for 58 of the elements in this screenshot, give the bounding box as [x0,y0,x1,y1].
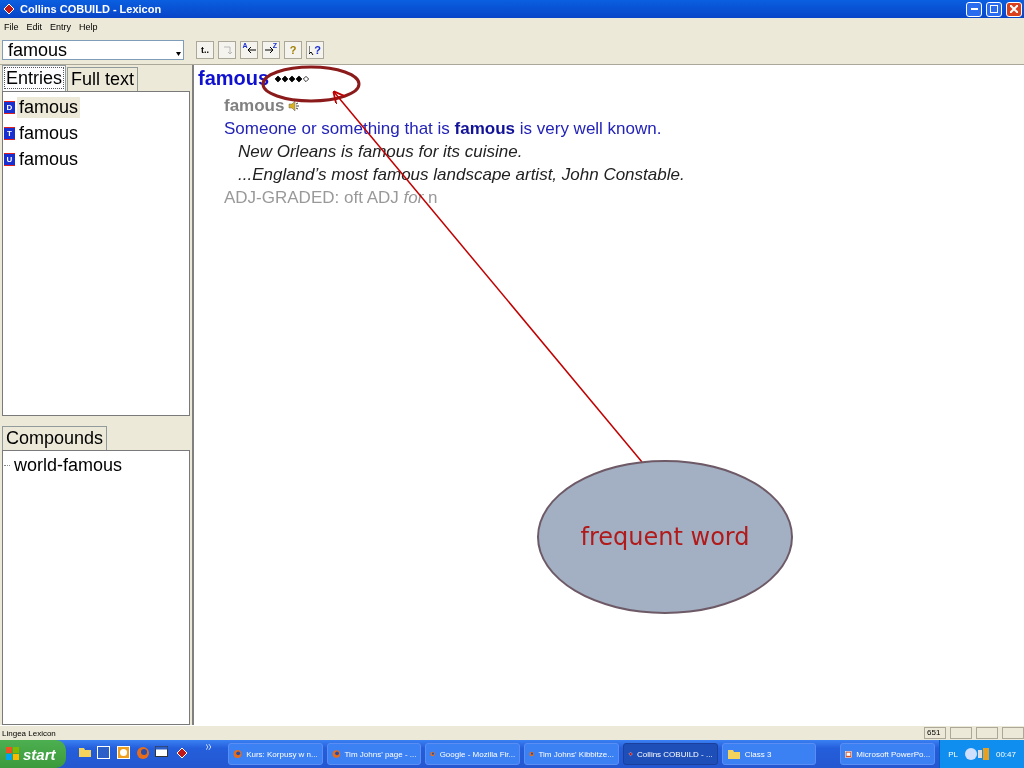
chevron-icon[interactable] [206,744,212,750]
status-panel [976,727,998,739]
quick-launch-button[interactable] [97,746,113,762]
network-icon[interactable] [963,747,990,761]
pointer-icon [309,45,315,55]
taskbar-button[interactable]: Microsoft PowerPo... [840,743,936,765]
close-icon [1010,5,1018,13]
context-help-button[interactable]: ? [306,41,324,59]
dictionary-badge: U [4,152,15,166]
globe-icon [331,747,341,761]
dropdown-icon [176,52,181,56]
taskbar-button[interactable]: Kurs: Korpusy w n... [228,743,323,765]
arrow-left-icon [247,47,256,53]
help-button[interactable]: ? [284,41,302,59]
speaker-icon[interactable] [288,101,300,111]
taskbar-button[interactable]: Tim Johns' Kibbitze... [524,743,619,765]
folder-icon [726,748,741,760]
first-entry-button[interactable]: t.. [196,41,214,59]
clock: 00:47 [995,749,1016,759]
minimize-button[interactable] [966,1,982,17]
arrow-right-icon [264,47,273,53]
word-list-item[interactable]: famous [17,122,81,144]
menu-item[interactable]: Entry [50,22,72,32]
dictionary-badge: T [4,126,15,140]
word-list-item[interactable]: famous [17,96,81,118]
window-icon [155,746,169,757]
status-panel [1002,727,1024,739]
status-count: 651 [924,727,946,739]
close-button[interactable] [1006,1,1022,17]
return-icon [222,45,232,55]
tab[interactable]: Full text [67,67,139,91]
search-combo[interactable]: famous [2,40,184,60]
taskbar-button[interactable]: Class 3 [721,743,817,765]
tab[interactable]: Entries [2,65,67,91]
windows-logo-icon [6,747,20,761]
status-panel [950,727,972,739]
maximize-button[interactable] [986,1,1002,17]
status-text: Lingea Lexicon [2,728,57,738]
taskbar-button[interactable]: Collins COBUILD - ... [622,743,718,765]
menu-item[interactable]: Edit [26,22,43,32]
taskbar-button[interactable]: Tim Johns' page - ... [326,743,422,765]
callout-text: frequent word [580,523,750,551]
globe-icon [233,747,243,761]
minimize-icon [970,8,978,10]
maximize-icon [990,5,998,13]
tab[interactable]: Compounds [2,425,108,450]
folder-icon [77,746,92,758]
menu-item[interactable]: File [4,22,19,32]
compound-item[interactable]: world-famous [12,455,125,477]
word-list-item[interactable]: famous [17,148,81,170]
window-title: Collins COBUILD - Lexicon [20,3,163,15]
word-form: famous [224,96,285,116]
globe-icon [136,746,150,760]
quick-launch-button[interactable] [116,746,132,762]
menu-item[interactable]: Help [79,22,98,32]
dictionary-badge: D [4,100,15,114]
grammar-note: ADJ-GRADED: oft ADJ for n [224,188,439,208]
taskbar-button[interactable]: Google - Mozilla Fir... [425,743,521,765]
